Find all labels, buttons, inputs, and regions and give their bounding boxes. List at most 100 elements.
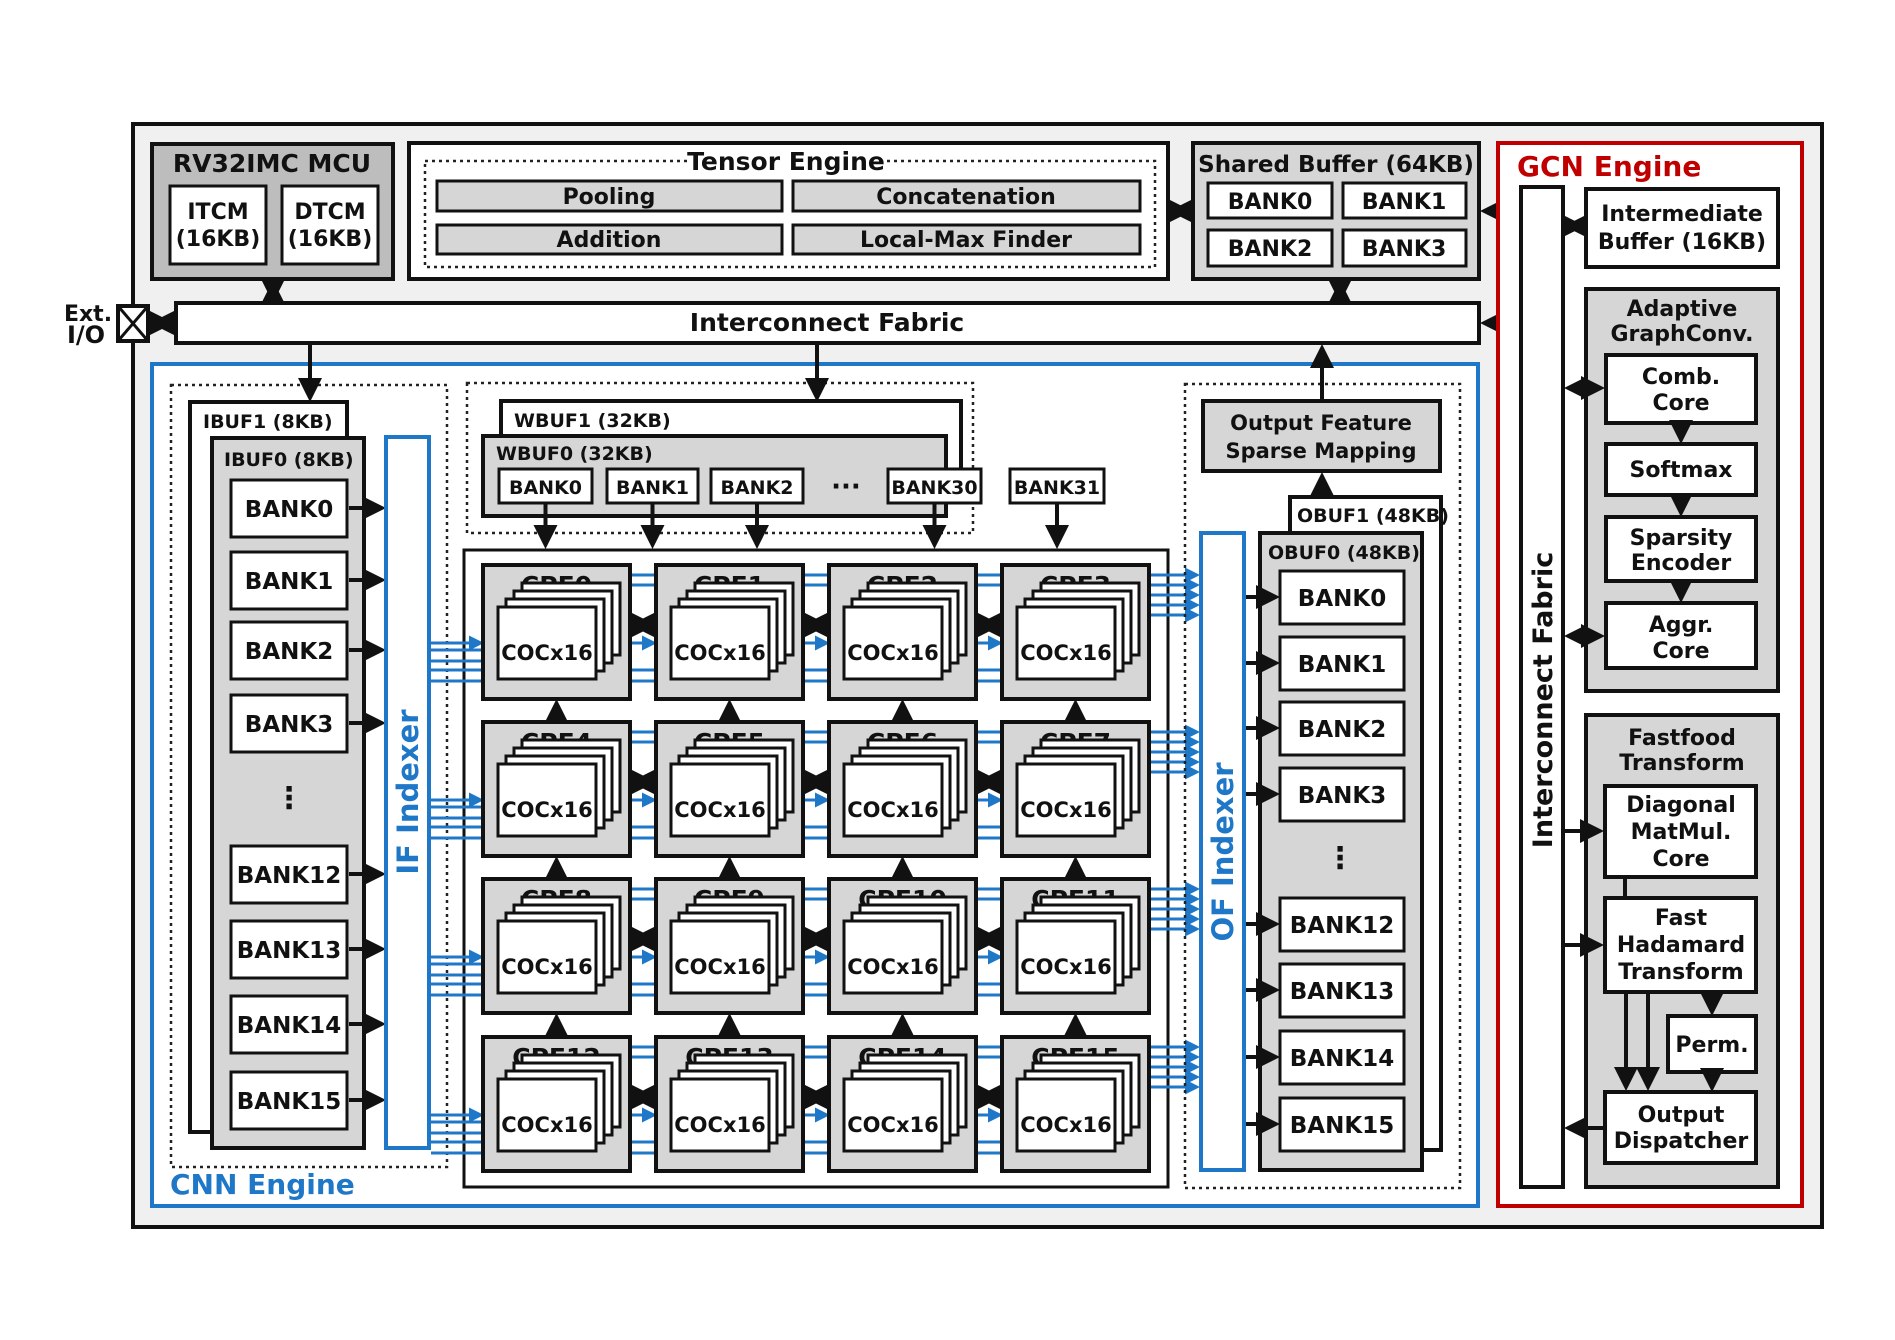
cpe: CPE7COCx16	[1000, 720, 1151, 858]
mcu-title: RV32IMC MCU	[173, 149, 371, 178]
coc-label: COCx16	[847, 955, 938, 979]
wbuf1-label: WBUF1 (32KB)	[514, 410, 671, 432]
ibuf-bank-label: BANK0	[245, 497, 333, 523]
shared-bank-label: BANK0	[1228, 190, 1313, 215]
obuf-bank-label: BANK2	[1298, 717, 1386, 743]
cpe: CPE6COCx16	[827, 720, 978, 858]
pooling-label: Pooling	[563, 185, 656, 210]
obuf-bank-label: BANK13	[1290, 979, 1394, 1005]
dtcm-label: DTCM	[294, 200, 365, 225]
coc-label: COCx16	[1020, 955, 1111, 979]
itcm-block	[168, 184, 268, 266]
coc-label: COCx16	[847, 798, 938, 822]
ibuf-bank-label: BANK2	[245, 639, 333, 665]
ibuf-bank-label: BANK14	[237, 1013, 341, 1039]
adaptive-graphconv: Adaptive GraphConv. Comb. Core Softmax S…	[1584, 287, 1780, 693]
cpe: CPE9COCx16	[654, 877, 805, 1015]
sparsity-encoder-label-1: Sparsity	[1630, 526, 1733, 551]
coc-label: COCx16	[674, 798, 765, 822]
wbuf-bank-label: BANK0	[509, 477, 582, 499]
obuf-bank-label: BANK12	[1290, 913, 1394, 939]
obuf0-label: OBUF0 (48KB)	[1268, 542, 1420, 564]
cpe: CPE2COCx16	[827, 563, 978, 701]
cpe: CPE3COCx16	[1000, 563, 1151, 701]
tensor-engine-title: Tensor Engine	[687, 147, 885, 176]
coc-label: COCx16	[501, 641, 592, 665]
ibuf1-label: IBUF1 (8KB)	[203, 411, 333, 433]
diagonal-label-1: Diagonal	[1626, 793, 1736, 818]
intermediate-buffer-label-1: Intermediate	[1601, 202, 1763, 227]
obuf-bank-label: BANK3	[1298, 783, 1386, 809]
dtcm-block	[280, 184, 380, 266]
coc-label: COCx16	[1020, 641, 1111, 665]
ofsm-label-line1: Output Feature	[1230, 411, 1412, 435]
coc-label: COCx16	[674, 641, 765, 665]
shared-buffer-title: Shared Buffer (64KB)	[1198, 152, 1474, 178]
wbuf-bank-label: BANK1	[616, 477, 689, 499]
obuf-ellipsis: ⋮	[1325, 841, 1355, 876]
fht-label-2: Hadamard	[1617, 933, 1745, 958]
comb-core-label-2: Core	[1652, 391, 1709, 416]
wbuf-bank-label: BANK30	[891, 477, 977, 499]
gcn-interconnect-label: Interconnect Fabric	[1528, 552, 1559, 848]
tensor-engine: Tensor Engine Pooling Concatenation Addi…	[407, 141, 1170, 281]
cpe: CPE11COCx16	[1000, 877, 1151, 1015]
perm-label: Perm.	[1675, 1033, 1748, 1058]
coc-label: COCx16	[847, 641, 938, 665]
fastfood-title-2: Transform	[1619, 751, 1745, 776]
dispatcher-label-1: Output	[1638, 1103, 1725, 1128]
intermediate-buffer	[1584, 187, 1780, 269]
coc-label: COCx16	[674, 1113, 765, 1137]
coc-label: COCx16	[501, 1113, 592, 1137]
ofsm-label-line2: Sparse Mapping	[1225, 439, 1416, 463]
accelerator-architecture-diagram: Ext. I/O RV32IMC MCU ITCM (16KB) DTCM (1…	[64, 122, 1824, 1229]
obuf-bank-label: BANK14	[1290, 1046, 1394, 1072]
obuf-bank-label: BANK0	[1298, 586, 1386, 612]
fht-label-3: Transform	[1618, 960, 1744, 985]
cpe: CPE4COCx16	[481, 720, 632, 858]
interconnect-fabric-label: Interconnect Fabric	[690, 308, 964, 337]
obuf-bank-label: BANK15	[1290, 1113, 1394, 1139]
ibuf-bank-label: BANK13	[237, 938, 341, 964]
ext-io-label-line2: I/O	[67, 321, 105, 349]
itcm-label: ITCM	[187, 200, 248, 225]
shared-bank-label: BANK2	[1228, 237, 1313, 262]
sparsity-encoder-label-2: Encoder	[1631, 551, 1732, 576]
coc-label: COCx16	[1020, 1113, 1111, 1137]
diagonal-label-2: MatMul.	[1631, 820, 1732, 845]
of-indexer-label: OF Indexer	[1206, 762, 1240, 942]
cpe: CPE0COCx16	[481, 563, 632, 701]
ibuf0-label: IBUF0 (8KB)	[224, 449, 354, 471]
cpe: CPE1COCx16	[654, 563, 805, 701]
ibuf-ellipsis: ⋮	[274, 781, 304, 816]
fht-label-1: Fast	[1655, 906, 1708, 931]
concatenation-label: Concatenation	[876, 185, 1056, 210]
ibuf-bank-label: BANK15	[237, 1089, 341, 1115]
wbuf-ellipsis: ···	[831, 472, 861, 502]
itcm-size: (16KB)	[176, 227, 261, 252]
coc-label: COCx16	[674, 955, 765, 979]
cpe: CPE12COCx16	[481, 1035, 632, 1173]
cpe: CPE8COCx16	[481, 877, 632, 1015]
cpe: CPE15COCx16	[1000, 1035, 1151, 1173]
dtcm-size: (16KB)	[288, 227, 373, 252]
ibuf-bank-label: BANK3	[245, 712, 333, 738]
ibuf-bank-label: BANK1	[245, 569, 333, 595]
shared-bank-label: BANK3	[1362, 237, 1447, 262]
aggr-core-label-1: Aggr.	[1649, 613, 1714, 638]
wbuf0-label: WBUF0 (32KB)	[496, 443, 653, 465]
local-max-finder-label: Local-Max Finder	[860, 228, 1072, 253]
obuf-bank-label: BANK1	[1298, 652, 1386, 678]
adaptive-title-2: GraphConv.	[1611, 322, 1754, 347]
coc-label: COCx16	[847, 1113, 938, 1137]
coc-label: COCx16	[501, 955, 592, 979]
softmax-label: Softmax	[1629, 458, 1732, 483]
coc-label: COCx16	[501, 798, 592, 822]
diagonal-label-3: Core	[1652, 847, 1709, 872]
comb-core-label-1: Comb.	[1642, 365, 1720, 390]
wbuf-bank-label: BANK31	[1014, 477, 1100, 499]
cnn-engine-label: CNN Engine	[170, 1168, 355, 1201]
adaptive-title-1: Adaptive	[1627, 297, 1738, 322]
cpe: CPE10COCx16	[827, 877, 978, 1015]
shared-buffer: Shared Buffer (64KB) BANK0 BANK1 BANK2 B…	[1191, 141, 1481, 281]
